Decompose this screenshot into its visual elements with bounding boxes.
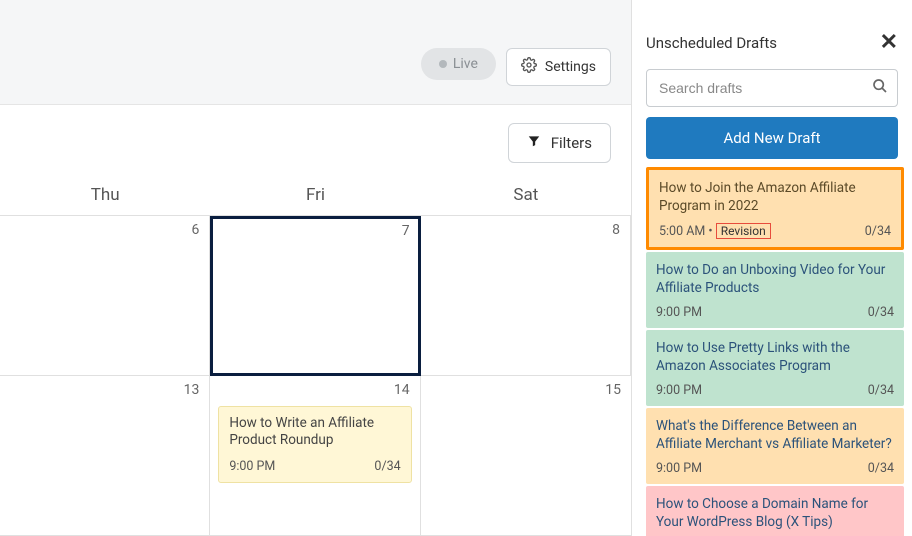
draft-card[interactable]: How to Join the Amazon Affiliate Program… [646, 167, 904, 250]
top-bar: Live Settings [0, 0, 631, 105]
draft-time: 9:00 PM [656, 383, 702, 398]
live-label: Live [453, 56, 478, 72]
day-header: Fri [210, 181, 420, 215]
draft-time: 9:00 PM [656, 461, 702, 476]
day-number: 13 [184, 382, 200, 398]
day-number: 8 [612, 222, 620, 238]
draft-count: 0/34 [868, 383, 894, 398]
draft-meta: 9:00 PM 0/34 [656, 461, 894, 476]
add-draft-label: Add New Draft [724, 129, 821, 147]
draft-title: How to Do an Unboxing Video for Your Aff… [656, 262, 894, 297]
draft-meta: 9:00 PM 0/34 [656, 383, 894, 398]
day-header: Sat [421, 181, 631, 215]
draft-title: How to Join the Amazon Affiliate Program… [659, 180, 891, 215]
filter-icon [527, 134, 541, 152]
filters-label: Filters [551, 134, 592, 152]
filters-button[interactable]: Filters [508, 123, 611, 163]
calendar-body: 6 7 8 13 14 How to Write an Affiliate Product… [0, 216, 631, 536]
event-meta: 9:00 PM 0/34 [229, 459, 400, 474]
draft-time: 5:00 AM [659, 224, 705, 239]
add-draft-button[interactable]: Add New Draft [646, 117, 898, 159]
calendar: Thu Fri Sat 6 7 8 13 14 How to Write an Affil… [0, 181, 631, 536]
calendar-event[interactable]: How to Write an Affiliate Product Roundu… [218, 406, 411, 483]
live-dot-icon [439, 60, 447, 68]
calendar-header: Thu Fri Sat [0, 181, 631, 216]
draft-time: 9:00 PM [656, 305, 702, 320]
sidebar-title: Unscheduled Drafts [646, 34, 777, 52]
day-number: 7 [402, 223, 410, 239]
draft-count: 0/34 [868, 305, 894, 320]
filters-row: Filters [0, 105, 631, 181]
calendar-cell[interactable]: 6 [0, 216, 210, 376]
search-input[interactable] [646, 69, 898, 107]
draft-card[interactable]: How to Use Pretty Links with the Amazon … [646, 330, 904, 406]
sidebar: Unscheduled Drafts ✕ Add New Draft How t… [632, 0, 912, 536]
live-pill[interactable]: Live [421, 48, 496, 80]
calendar-cell[interactable]: 7 [210, 216, 420, 376]
draft-meta: 5:00 AM • Revision 0/34 [659, 223, 891, 239]
event-count: 0/34 [374, 459, 400, 474]
draft-time-wrap: 9:00 PM [656, 461, 702, 476]
draft-card[interactable]: How to Do an Unboxing Video for Your Aff… [646, 252, 904, 328]
calendar-cell[interactable]: 14 How to Write an Affiliate Product Roun… [210, 376, 420, 536]
revision-badge: Revision [716, 223, 771, 239]
draft-card[interactable]: What's the Difference Between an Affilia… [646, 408, 904, 484]
draft-title: How to Choose a Domain Name for Your Wor… [656, 496, 894, 531]
draft-count: 0/34 [865, 224, 891, 239]
draft-card[interactable]: How to Choose a Domain Name for Your Wor… [646, 486, 904, 536]
day-header: Thu [0, 181, 210, 215]
settings-label: Settings [545, 59, 596, 75]
draft-time-wrap: 9:00 PM [656, 383, 702, 398]
draft-title: How to Use Pretty Links with the Amazon … [656, 340, 894, 375]
event-time: 9:00 PM [229, 459, 275, 474]
draft-title: What's the Difference Between an Affilia… [656, 418, 894, 453]
settings-button[interactable]: Settings [506, 48, 611, 86]
calendar-cell[interactable]: 8 [421, 216, 631, 376]
draft-count: 0/34 [868, 461, 894, 476]
calendar-cell[interactable]: 15 [421, 376, 631, 536]
calendar-cell[interactable]: 13 [0, 376, 210, 536]
gear-icon [521, 57, 537, 77]
search-icon [872, 78, 888, 98]
day-number: 14 [394, 382, 410, 398]
search-container [646, 69, 898, 107]
day-number: 15 [605, 382, 621, 398]
draft-meta: 9:00 PM 0/34 [656, 305, 894, 320]
event-title: How to Write an Affiliate Product Roundu… [229, 415, 400, 449]
day-number: 6 [191, 222, 199, 238]
drafts-list[interactable]: How to Join the Amazon Affiliate Program… [632, 167, 912, 536]
draft-time-wrap: 9:00 PM [656, 305, 702, 320]
draft-time-wrap: 5:00 AM • Revision [659, 223, 771, 239]
close-icon[interactable]: ✕ [880, 30, 898, 55]
